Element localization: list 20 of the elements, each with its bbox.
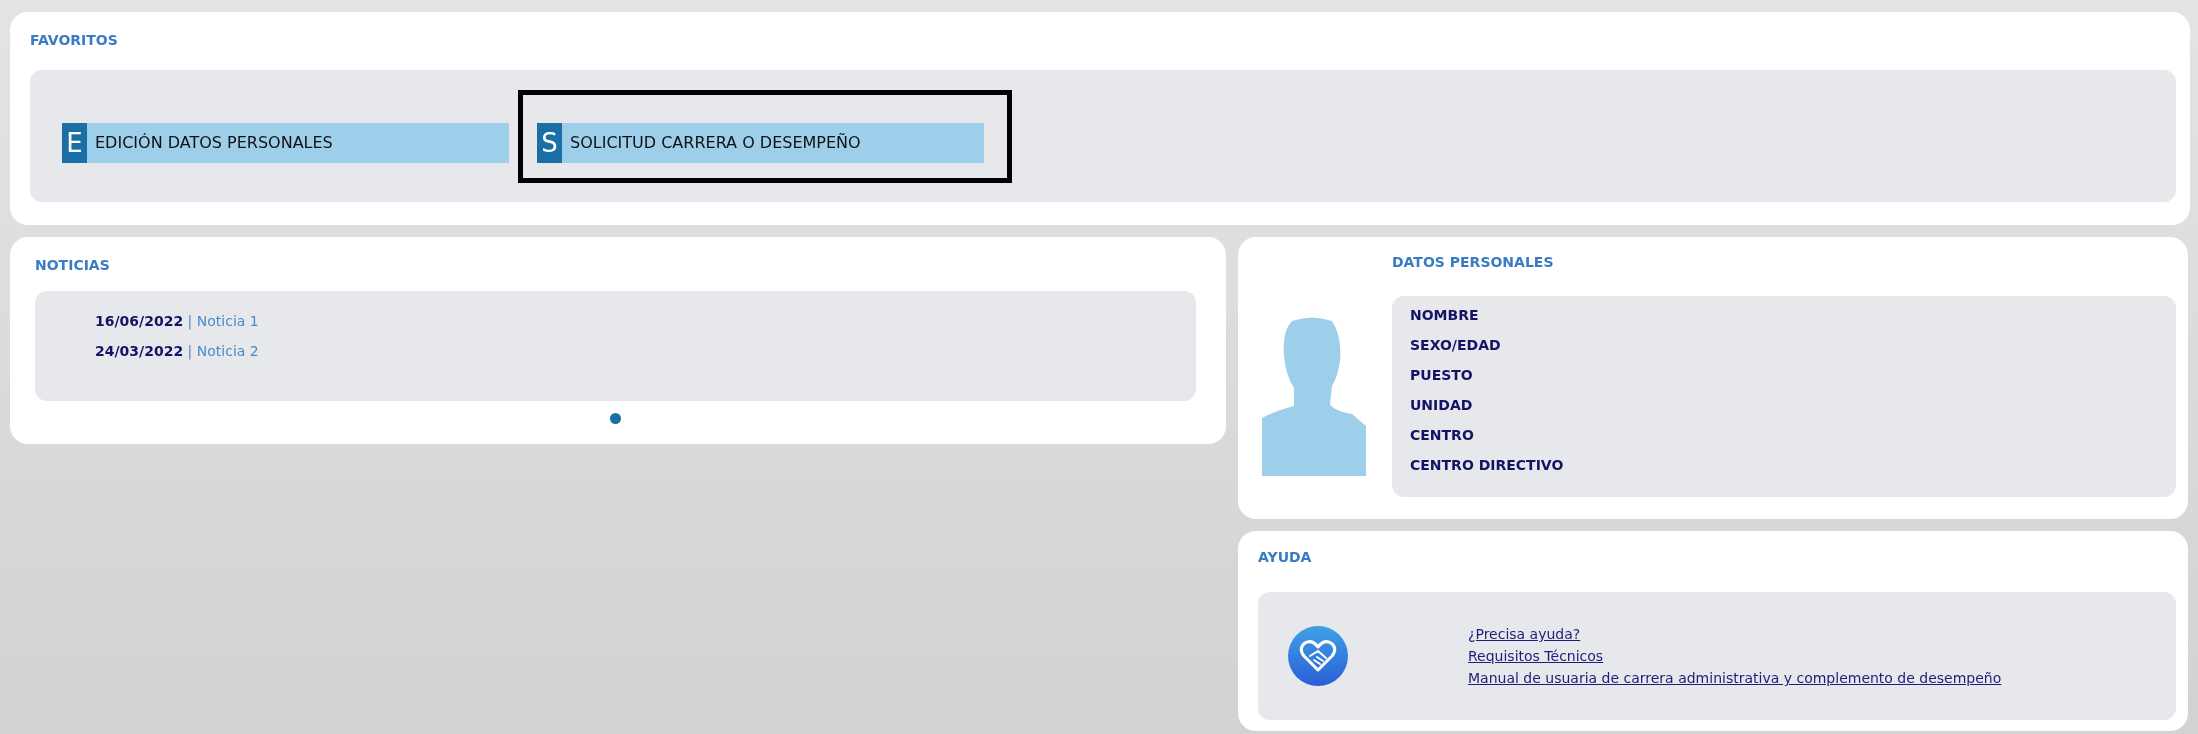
help-link[interactable]: ¿Precisa ayuda?	[1468, 626, 1581, 642]
avatar-silhouette-icon	[1262, 316, 1367, 476]
field-label: NOMBRE	[1410, 306, 1479, 324]
news-link[interactable]: 16/06/2022 | Noticia 1	[95, 313, 259, 329]
field-label: PUESTO	[1410, 366, 1473, 384]
pager-dot[interactable]	[610, 413, 621, 424]
help-link[interactable]: Requisitos Técnicos	[1468, 648, 1604, 664]
section-title: AYUDA	[1258, 549, 1313, 565]
favorite-link[interactable]: S SOLICITUD CARRERA O DESEMPEÑO	[537, 122, 984, 163]
section-title: FAVORITOS	[30, 32, 119, 48]
field-label: SEXO/EDAD	[1410, 336, 1501, 354]
heart-handshake-icon	[1288, 626, 1348, 686]
field-label: CENTRO	[1410, 426, 1474, 444]
field-label: CENTRO DIRECTIVO	[1410, 456, 1564, 474]
section-title: NOTICIAS	[35, 257, 111, 273]
help-link[interactable]: Manual de usuaria de carrera administrativa y complemento de desempeño	[1468, 670, 2002, 686]
news-link[interactable]: 24/03/2022 | Noticia 2	[95, 343, 259, 359]
field-label: UNIDAD	[1410, 396, 1473, 414]
favorite-link[interactable]: E EDICIÓN DATOS PERSONALES	[62, 122, 509, 163]
section-title: DATOS PERSONALES	[1392, 254, 1555, 270]
